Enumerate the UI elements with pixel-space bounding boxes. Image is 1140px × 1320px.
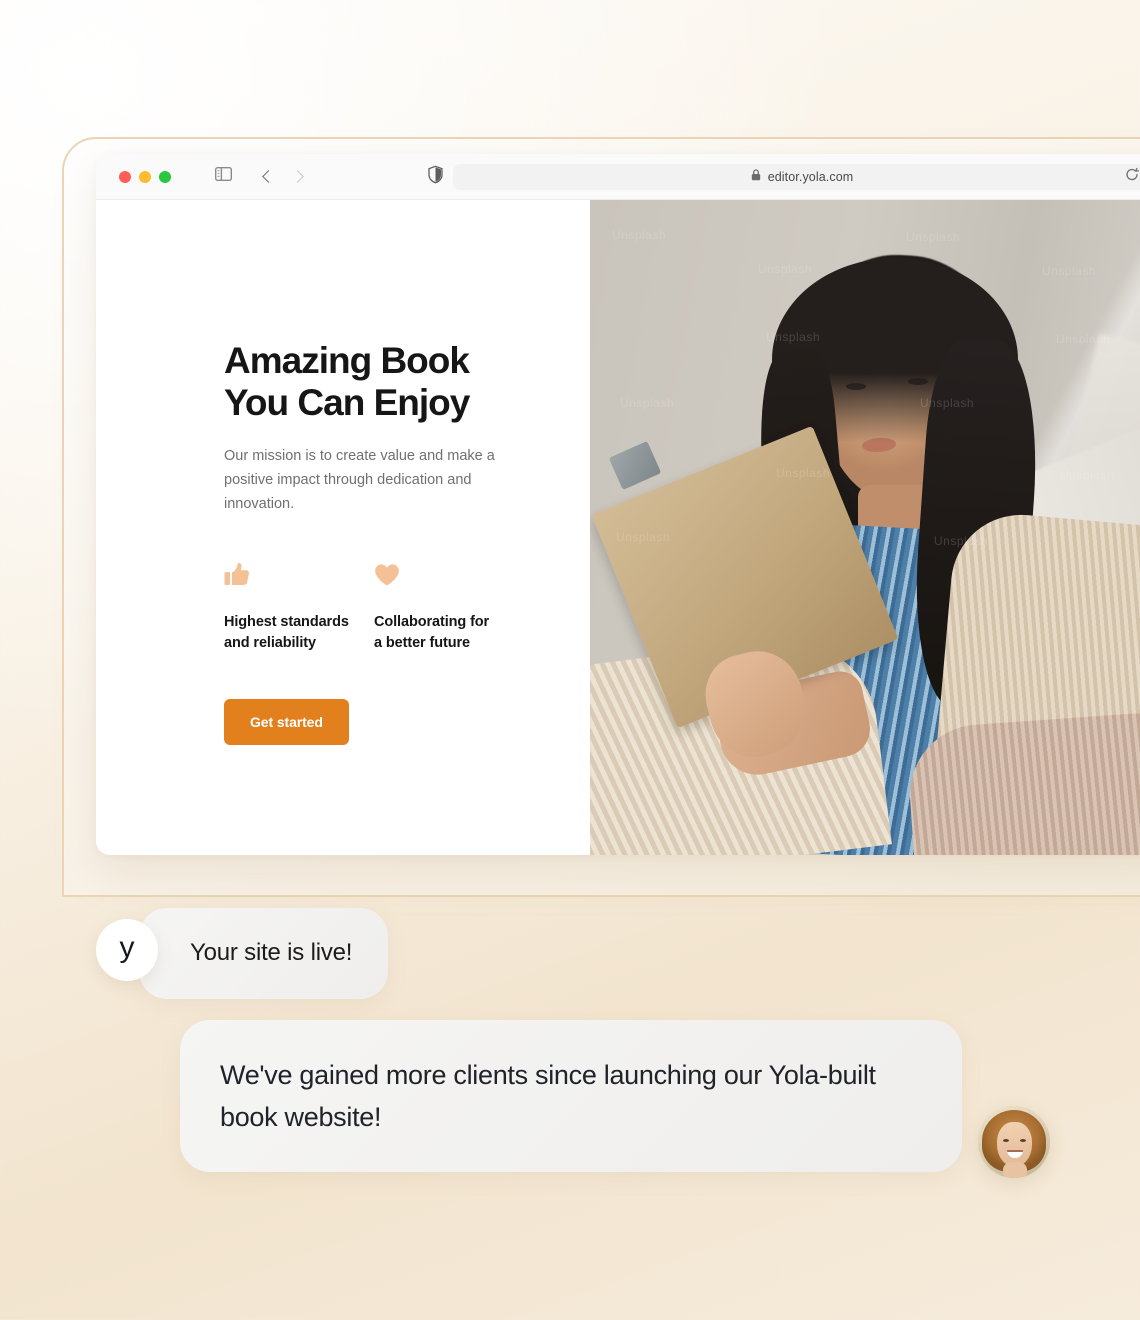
hero-copy: Amazing Book You Can Enjoy Our mission i… <box>224 340 524 745</box>
yola-logo-letter: y <box>119 931 135 965</box>
website-page: Amazing Book You Can Enjoy Our mission i… <box>96 200 1140 855</box>
window-traffic-lights <box>119 170 171 183</box>
avatar-neck <box>1003 1162 1027 1179</box>
shield-icon <box>428 165 443 187</box>
feature-item: Collaborating for a better future <box>374 562 524 655</box>
feature-list: Highest standards and reliability Collab… <box>224 562 524 655</box>
chat-message-row: y Your site is live! <box>96 908 389 999</box>
hero-subtitle: Our mission is to create value and make … <box>224 448 495 512</box>
user-photo-avatar <box>978 1106 1050 1179</box>
avatar-face <box>997 1122 1032 1168</box>
chevron-right-icon <box>291 170 304 183</box>
thumbs-up-icon <box>224 562 374 592</box>
hero-text-column: Amazing Book You Can Enjoy Our mission i… <box>96 200 590 855</box>
privacy-shield-button[interactable] <box>428 165 443 188</box>
forward-button[interactable] <box>285 163 313 191</box>
feature-label: Collaborating for a better future <box>374 613 490 652</box>
feature-label: Highest standards and reliability <box>224 613 349 652</box>
chevron-left-icon <box>262 170 275 183</box>
maximize-window-button[interactable] <box>159 170 171 183</box>
hero-photo: Unsplash Unsplash Unsplash Unsplash Unsp… <box>590 200 1140 855</box>
hero-image-column: Unsplash Unsplash Unsplash Unsplash Unsp… <box>590 200 1140 855</box>
page-title: Amazing Book You Can Enjoy <box>224 340 470 424</box>
back-button[interactable] <box>253 163 281 191</box>
close-window-button[interactable] <box>119 170 131 183</box>
lock-icon <box>751 168 761 186</box>
reload-icon <box>1125 167 1139 185</box>
browser-nav-group <box>209 163 313 191</box>
address-bar[interactable]: editor.yola.com <box>453 163 1140 190</box>
sidebar-toggle-icon <box>214 166 232 186</box>
get-started-button[interactable]: Get started <box>224 698 349 745</box>
reload-button[interactable] <box>1125 167 1139 186</box>
browser-titlebar: editor.yola.com <box>96 154 1140 200</box>
browser-window: editor.yola.com Amazing Book You Can Enj… <box>96 154 1140 855</box>
address-bar-url: editor.yola.com <box>767 169 854 184</box>
yola-logo-avatar: y <box>96 919 158 982</box>
minimize-window-button[interactable] <box>139 170 151 183</box>
address-bar-content: editor.yola.com <box>751 168 854 186</box>
feature-item: Highest standards and reliability <box>224 562 374 655</box>
sidebar-toggle-button[interactable] <box>209 163 237 191</box>
chat-bubble-testimonial: We've gained more clients since launchin… <box>180 1020 962 1173</box>
heart-icon <box>374 562 524 592</box>
chat-bubble-site-live: Your site is live! <box>139 908 389 999</box>
chat-message-row: We've gained more clients since launchin… <box>180 1020 1050 1179</box>
